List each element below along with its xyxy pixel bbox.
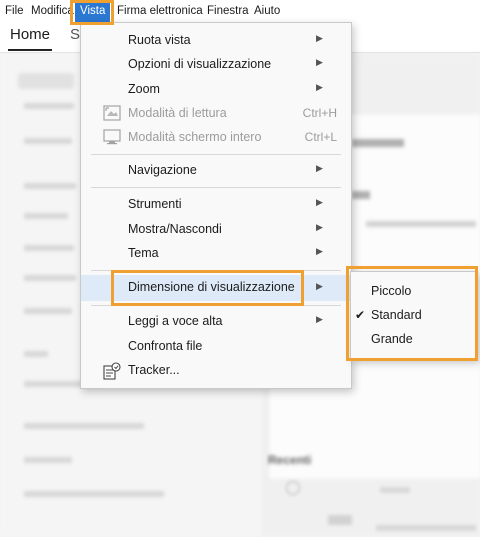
shortcut-label: Ctrl+L [304, 130, 337, 144]
menu-item-tracker[interactable]: Tracker... [81, 359, 351, 383]
background-line [24, 308, 72, 314]
background-pill [18, 73, 74, 89]
background-line [24, 491, 164, 497]
menu-aiuto[interactable]: Aiuto [254, 0, 280, 22]
menu-file[interactable]: File [5, 0, 24, 22]
background-line [352, 191, 370, 199]
tracker-icon [103, 362, 121, 385]
menu-item-zoom[interactable]: Zoom ▶ [81, 78, 351, 102]
chevron-right-icon: ▶ [316, 57, 323, 67]
tab-home[interactable]: Home [10, 26, 50, 43]
chevron-right-icon: ▶ [316, 33, 323, 43]
background-line [366, 221, 476, 227]
background-line [24, 351, 48, 357]
menu-item-label: Zoom [128, 82, 160, 96]
background-line [24, 245, 74, 251]
menu-item-label: Tema [128, 246, 159, 260]
background-line [24, 275, 76, 281]
chevron-right-icon: ▶ [316, 163, 323, 173]
chevron-right-icon: ▶ [316, 314, 323, 324]
tab-second[interactable]: S [70, 26, 80, 43]
menu-separator [91, 154, 341, 155]
highlight-submenu [346, 266, 478, 361]
menu-item-label: Modalità di lettura [128, 106, 227, 120]
background-line [376, 525, 476, 531]
menu-item-label: Modalità schermo intero [128, 130, 262, 144]
menu-modifica[interactable]: Modifica [31, 0, 74, 22]
menu-item-ruota-vista[interactable]: Ruota vista ▶ [81, 29, 351, 53]
menu-item-label: Confronta file [128, 339, 203, 353]
background-line [24, 213, 68, 219]
menu-item-label: Opzioni di visualizzazione [128, 57, 272, 71]
menu-item-leggi-voce-alta[interactable]: Leggi a voce alta ▶ [81, 310, 351, 334]
menu-separator [91, 187, 341, 188]
chevron-right-icon: ▶ [316, 246, 323, 256]
menu-item-modalita-schermo-intero[interactable]: Modalità schermo intero Ctrl+L [81, 126, 351, 150]
background-line [24, 138, 72, 144]
chevron-right-icon: ▶ [316, 222, 323, 232]
chevron-right-icon: ▶ [316, 197, 323, 207]
reading-mode-icon [103, 105, 121, 126]
shortcut-label: Ctrl+H [302, 106, 337, 120]
background-line [352, 139, 404, 147]
background-circle [286, 481, 300, 495]
vista-menu: Ruota vista ▶ Opzioni di visualizzazione… [80, 22, 352, 389]
background-line [24, 457, 72, 463]
menu-firma-elettronica[interactable]: Firma elettronica [117, 0, 203, 22]
background-line [24, 423, 144, 429]
menu-item-modalita-lettura[interactable]: Modalità di lettura Ctrl+H [81, 102, 351, 126]
background-recenti-heading: Recenti [268, 453, 312, 467]
chevron-right-icon: ▶ [316, 281, 323, 291]
menu-item-label: Navigazione [128, 163, 197, 177]
menu-item-navigazione[interactable]: Navigazione ▶ [81, 159, 351, 183]
menu-item-strumenti[interactable]: Strumenti ▶ [81, 193, 351, 217]
menu-item-label: Leggi a voce alta [128, 314, 223, 328]
menu-item-tema[interactable]: Tema ▶ [81, 242, 351, 266]
background-block [328, 515, 352, 525]
highlight-dimensione [111, 270, 304, 306]
menu-item-label: Tracker... [128, 363, 180, 377]
menu-item-label: Ruota vista [128, 33, 191, 47]
menu-item-opzioni-visualizzazione[interactable]: Opzioni di visualizzazione ▶ [81, 53, 351, 77]
background-line [24, 183, 76, 189]
full-screen-icon [103, 129, 121, 150]
background-line [380, 487, 410, 493]
menu-item-mostra-nascondi[interactable]: Mostra/Nascondi ▶ [81, 218, 351, 242]
highlight-vista [70, 0, 114, 25]
menu-item-label: Strumenti [128, 197, 182, 211]
menu-item-confronta-file[interactable]: Confronta file [81, 335, 351, 359]
tab-home-underline [8, 49, 52, 51]
background-line [24, 103, 74, 109]
menu-item-label: Mostra/Nascondi [128, 222, 222, 236]
chevron-right-icon: ▶ [316, 82, 323, 92]
menu-finestra[interactable]: Finestra [207, 0, 249, 22]
